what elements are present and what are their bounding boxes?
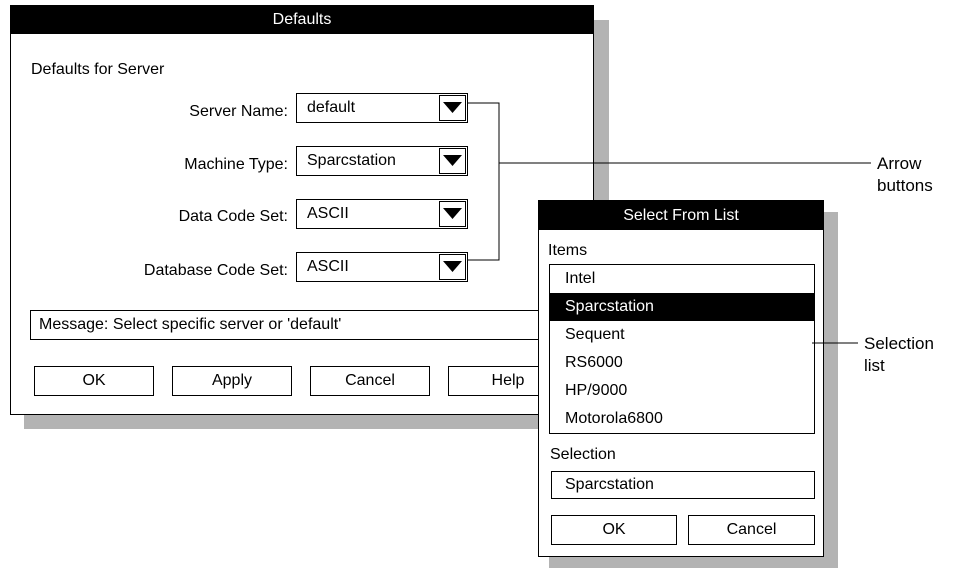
arrow-buttons-callout: Arrow buttons [877, 153, 933, 197]
ok-button[interactable]: OK [34, 366, 154, 396]
select-titlebar[interactable]: Select From List [539, 201, 823, 230]
list-item-sparcstation[interactable]: Sparcstation [550, 293, 814, 321]
group-label: Defaults for Server [31, 61, 165, 78]
list-item-motorola6800[interactable]: Motorola6800 [550, 405, 814, 433]
selection-list-callout-line2: list [864, 356, 885, 375]
select-title: Select From List [623, 207, 739, 224]
arrow-buttons-callout-line2: buttons [877, 176, 933, 195]
select-cancel-button[interactable]: Cancel [688, 515, 815, 545]
list-item-hp9000[interactable]: HP/9000 [550, 377, 814, 405]
server-name-label: Server Name: [189, 103, 288, 120]
selection-list-callout: Selection list [864, 333, 934, 377]
apply-button[interactable]: Apply [172, 366, 292, 396]
cancel-button[interactable]: Cancel [310, 366, 430, 396]
list-item-sequent[interactable]: Sequent [550, 321, 814, 349]
database-code-set-arrow-button[interactable] [439, 254, 466, 280]
select-ok-button[interactable]: OK [551, 515, 677, 545]
selection-label: Selection [550, 446, 616, 463]
machine-type-label: Machine Type: [184, 156, 288, 173]
data-code-set-label: Data Code Set: [178, 208, 288, 225]
defaults-titlebar[interactable]: Defaults [11, 6, 593, 34]
arrow-buttons-callout-line1: Arrow [877, 154, 922, 173]
selection-list[interactable]: Intel Sparcstation Sequent RS6000 HP/900… [549, 264, 815, 434]
data-code-set-arrow-button[interactable] [439, 201, 466, 227]
machine-type-arrow-button[interactable] [439, 148, 466, 174]
database-code-set-label: Database Code Set: [143, 262, 288, 279]
defaults-window: Defaults Defaults for Server Server Name… [10, 5, 630, 415]
selection-list-callout-line1: Selection [864, 334, 934, 353]
down-triangle-icon [443, 208, 462, 219]
selection-field[interactable]: Sparcstation [551, 471, 815, 499]
list-item-rs6000[interactable]: RS6000 [550, 349, 814, 377]
server-name-arrow-button[interactable] [439, 95, 466, 121]
down-triangle-icon [443, 155, 462, 166]
defaults-title: Defaults [272, 11, 332, 28]
items-label: Items [548, 242, 588, 259]
select-from-list-window: Select From List Items Intel Sparcstatio… [538, 200, 824, 557]
down-triangle-icon [443, 261, 462, 272]
down-triangle-icon [443, 102, 462, 113]
list-item-intel[interactable]: Intel [550, 265, 814, 293]
